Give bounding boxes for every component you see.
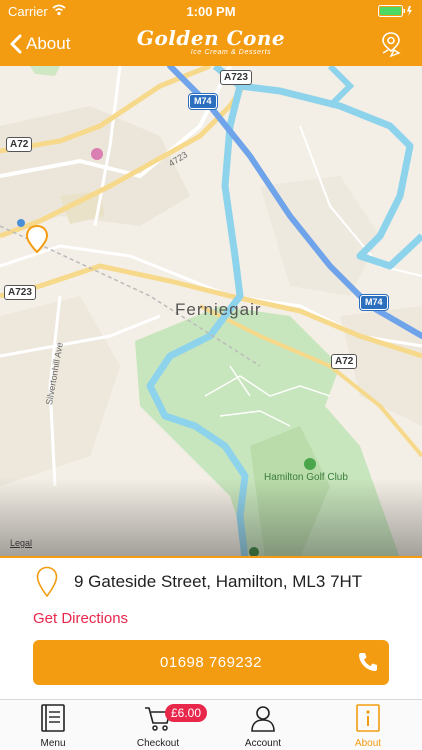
- menu-book-icon: [41, 704, 65, 732]
- map-shadow: [0, 478, 422, 558]
- navigation-bar: Carrier 1:00 PM About Golden Cone Ice Cr…: [0, 0, 422, 66]
- tab-checkout-label: Checkout: [136, 738, 180, 749]
- road-label-a72: A72: [331, 354, 358, 369]
- info-icon: [356, 704, 380, 732]
- tab-about-label: About: [354, 738, 382, 749]
- map-view[interactable]: A723 A72 A723 A72 4723 M74 M74 Ferniegai…: [0, 66, 422, 558]
- tab-menu[interactable]: Menu: [3, 704, 103, 749]
- call-button[interactable]: 01698 769232: [33, 640, 389, 685]
- legal-link[interactable]: Legal: [10, 538, 32, 548]
- place-label: Ferniegair: [175, 300, 262, 319]
- brand-name: Golden Cone: [136, 26, 286, 50]
- account-icon: [251, 706, 275, 732]
- phone-icon: [359, 653, 377, 671]
- location-pin-icon: [36, 566, 58, 598]
- store-address: 9 Gateside Street, Hamilton, ML3 7HT: [74, 572, 363, 591]
- get-directions-link[interactable]: Get Directions: [33, 610, 128, 627]
- road-label-a72: A72: [6, 137, 33, 152]
- tab-about[interactable]: About: [318, 704, 418, 749]
- brand-logo: Golden Cone Ice Cream & Desserts: [0, 28, 422, 58]
- road-label-a723: A723: [220, 70, 252, 85]
- cart-total-badge: £6.00: [165, 704, 208, 722]
- tab-bar: Menu Checkout Account About: [0, 699, 422, 750]
- tab-account[interactable]: Account: [213, 704, 313, 749]
- tab-account-label: Account: [244, 738, 282, 749]
- road-label-a723: A723: [4, 285, 36, 300]
- phone-number: 01698 769232: [160, 654, 262, 671]
- map-divider: [0, 556, 422, 558]
- map-pin-icon[interactable]: [380, 31, 402, 57]
- motorway-label-m74: M74: [360, 295, 388, 310]
- battery-icon: [378, 5, 412, 17]
- status-bar: Carrier 1:00 PM: [0, 0, 422, 22]
- status-time: 1:00 PM: [186, 4, 236, 19]
- tab-menu-label: Menu: [40, 738, 66, 749]
- address-row: 9 Gateside Street, Hamilton, ML3 7HT: [36, 566, 362, 598]
- motorway-label-m74: M74: [189, 94, 217, 109]
- brand-tagline: Ice Cream & Desserts: [190, 49, 272, 56]
